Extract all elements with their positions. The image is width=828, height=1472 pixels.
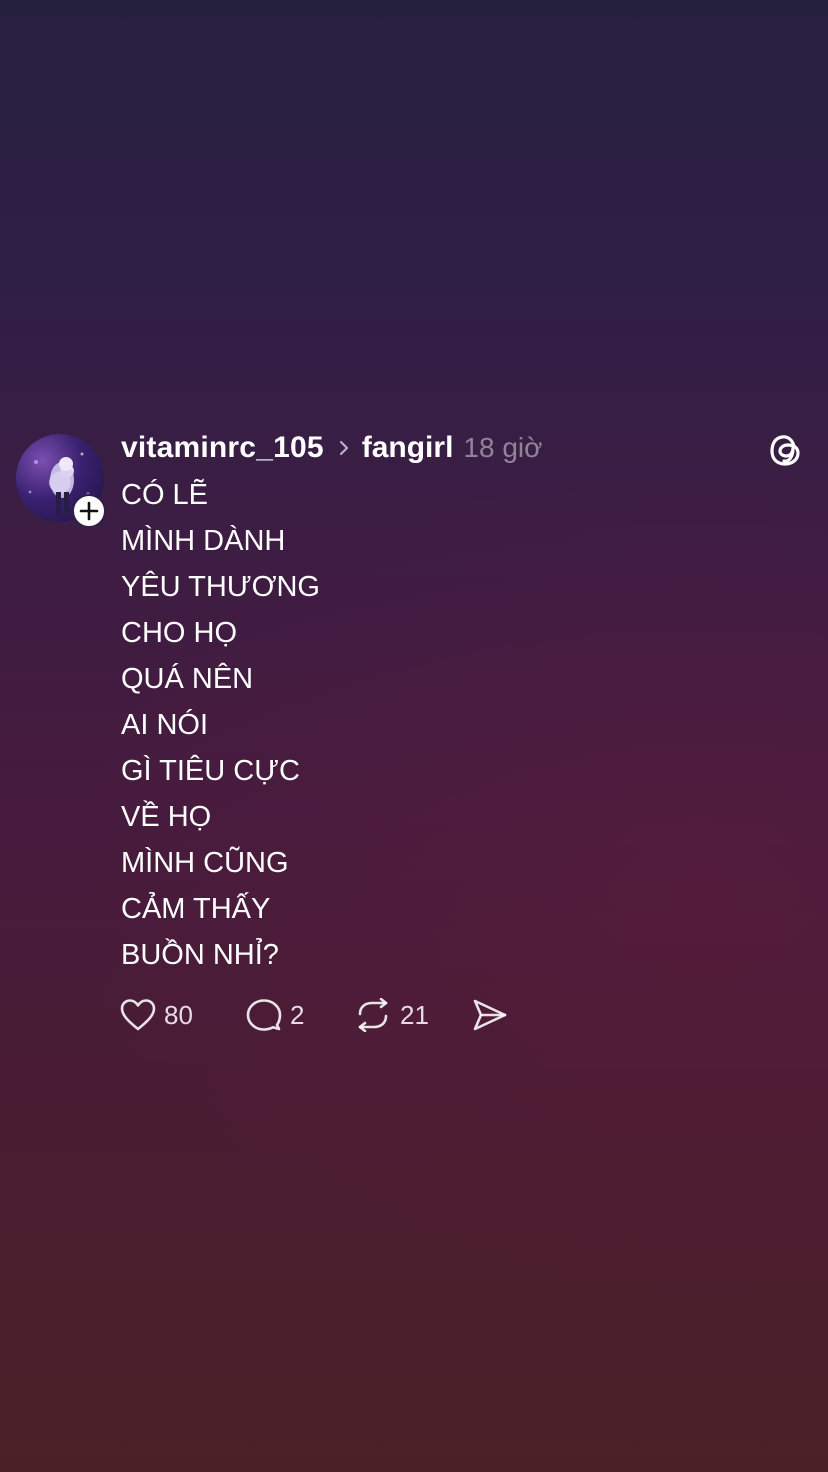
community-link[interactable]: fangirl — [362, 431, 454, 465]
chevron-right-icon — [338, 439, 350, 457]
post-text-line: MÌNH CŨNG — [121, 847, 289, 879]
repost-button[interactable]: 21 — [354, 998, 472, 1032]
post-text-line: GÌ TIÊU CỰC — [121, 755, 300, 787]
post-text-line: CHO HỌ — [121, 617, 237, 649]
threads-post-screen: vitaminrc_105 fangirl 18 giờ CÓ LẼ MÌNH … — [0, 0, 828, 1472]
heart-icon — [120, 999, 156, 1031]
share-button[interactable] — [472, 998, 508, 1032]
post-text-line: AI NÓI — [121, 709, 209, 741]
username-link[interactable]: vitaminrc_105 — [121, 431, 324, 465]
post-text-line: YÊU THƯƠNG — [121, 571, 320, 603]
post-text-line: BUỒN NHỈ? — [121, 939, 279, 971]
follow-button[interactable] — [72, 494, 106, 528]
threads-logo-icon[interactable] — [766, 430, 806, 470]
post-header: vitaminrc_105 fangirl 18 giờ — [121, 430, 542, 466]
comment-icon — [246, 999, 282, 1031]
post-actions: 80 2 21 — [120, 994, 508, 1036]
send-icon — [473, 999, 507, 1031]
repost-icon — [358, 998, 388, 1032]
repost-count: 21 — [400, 999, 429, 1030]
post-body: CÓ LẼ MÌNH DÀNH YÊU THƯƠNG CHO HỌ QUÁ NÊ… — [121, 472, 761, 978]
post-text-line: VỀ HỌ — [121, 801, 212, 833]
post-text-line: QUÁ NÊN — [121, 663, 254, 695]
reply-button[interactable]: 2 — [246, 998, 354, 1032]
post-text-line: CẢM THẤY — [121, 893, 271, 925]
like-count: 80 — [164, 999, 193, 1030]
avatar-container[interactable] — [16, 434, 106, 528]
post-timestamp: 18 giờ — [463, 432, 543, 463]
like-button[interactable]: 80 — [120, 998, 246, 1032]
reply-count: 2 — [290, 999, 305, 1030]
post-text-line: MÌNH DÀNH — [121, 525, 286, 557]
plus-icon — [79, 501, 99, 521]
post-text-line: CÓ LẼ — [121, 479, 209, 511]
